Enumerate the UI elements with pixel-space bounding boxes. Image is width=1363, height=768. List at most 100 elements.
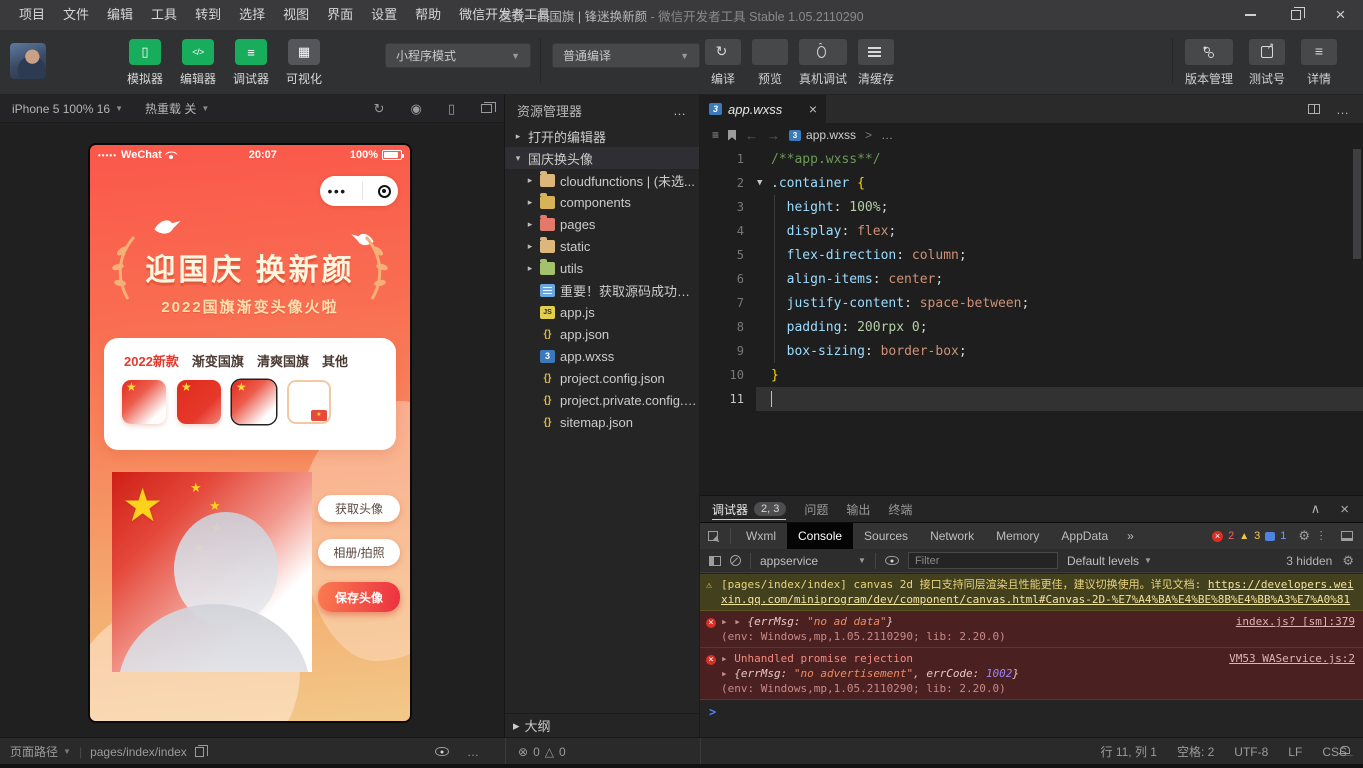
live-expression-icon[interactable] bbox=[885, 556, 899, 565]
statusbar-more-icon[interactable]: … bbox=[467, 745, 479, 759]
mode-button[interactable]: 模拟器 bbox=[122, 39, 168, 87]
close-button[interactable]: × bbox=[1318, 0, 1363, 30]
line-number[interactable]: 2 bbox=[700, 176, 744, 190]
menu-item[interactable]: 编辑 bbox=[98, 0, 142, 30]
code-line[interactable]: 1/**app.wxss**/ bbox=[700, 147, 1363, 171]
file-tree-item[interactable]: {} project.config.json bbox=[505, 367, 699, 389]
statusbar-item[interactable]: 行 11, 列 1 bbox=[1100, 743, 1156, 760]
log-levels-select[interactable]: Default levels▼ bbox=[1067, 554, 1152, 568]
menu-item[interactable]: 工具 bbox=[142, 0, 186, 30]
file-tree-item[interactable]: {} app.json bbox=[505, 323, 699, 345]
notifications-bell-icon[interactable] bbox=[1339, 746, 1349, 756]
console-sidebar-icon[interactable] bbox=[709, 556, 721, 566]
close-tab-icon[interactable]: × bbox=[809, 101, 817, 117]
avatar-preview[interactable]: ★ ★ ★ ★ ★ bbox=[112, 472, 312, 672]
code-line[interactable]: 10} bbox=[700, 363, 1363, 387]
devtools-tab[interactable]: Wxml bbox=[735, 523, 787, 549]
file-tree-item[interactable]: {} project.private.config.js... bbox=[505, 389, 699, 411]
line-number[interactable]: 1 bbox=[700, 152, 744, 166]
devtools-settings-icon[interactable]: ⚙ bbox=[1298, 528, 1310, 544]
console-prompt[interactable]: > bbox=[700, 700, 1363, 724]
menu-item[interactable]: 界面 bbox=[318, 0, 362, 30]
clear-console-icon[interactable] bbox=[730, 555, 741, 566]
page-path-value[interactable]: pages/index/index bbox=[90, 745, 187, 759]
execution-context-select[interactable]: appservice▼ bbox=[760, 554, 866, 568]
devtools-kebab-icon[interactable]: … bbox=[1318, 530, 1332, 543]
split-editor-icon[interactable] bbox=[1308, 104, 1320, 114]
mode-button[interactable]: 编辑器 bbox=[175, 39, 221, 87]
devtools-tab[interactable]: Sources bbox=[853, 523, 919, 549]
console-settings-icon[interactable]: ⚙ bbox=[1342, 553, 1354, 569]
mode-button[interactable]: 调试器 bbox=[228, 39, 274, 87]
miniprogram-capsule[interactable]: ••• bbox=[320, 176, 398, 206]
console-message[interactable]: ▸ ▸ {errMsg: "no ad data"}index.js? [sm]… bbox=[700, 611, 1363, 648]
toolbar-action-button[interactable]: 清缓存 bbox=[858, 39, 894, 87]
line-number[interactable]: 11 bbox=[700, 392, 744, 406]
avatar[interactable] bbox=[10, 43, 46, 79]
menu-item[interactable]: 文件 bbox=[54, 0, 98, 30]
statusbar-item[interactable]: UTF-8 bbox=[1234, 745, 1268, 759]
toolbar-action-button[interactable]: 详情 bbox=[1301, 39, 1337, 87]
line-number[interactable]: 4 bbox=[700, 224, 744, 238]
console-source-link[interactable]: VM53 WAService.js:2 bbox=[1229, 651, 1355, 666]
inspect-element-icon[interactable] bbox=[700, 531, 726, 541]
line-number[interactable]: 6 bbox=[700, 272, 744, 286]
line-number[interactable]: 5 bbox=[700, 248, 744, 262]
code-line[interactable]: 2▼.container { bbox=[700, 171, 1363, 195]
code-line[interactable]: 5 flex-direction: column; bbox=[700, 243, 1363, 267]
file-tree-item[interactable]: JS app.js bbox=[505, 301, 699, 323]
mode-select[interactable]: 小程序模式▼ bbox=[385, 43, 531, 68]
devtools-tab[interactable]: Memory bbox=[985, 523, 1050, 549]
file-tree-item[interactable]: ▸ static bbox=[505, 235, 699, 257]
breadcrumb-more[interactable]: … bbox=[881, 128, 893, 142]
copy-path-icon[interactable] bbox=[195, 747, 204, 757]
phone-button[interactable]: 相册/拍照 bbox=[318, 539, 400, 566]
capsule-close-icon[interactable] bbox=[378, 185, 391, 198]
debugger-tab[interactable]: 输出 bbox=[846, 496, 870, 522]
code-line[interactable]: 9 box-sizing: border-box; bbox=[700, 339, 1363, 363]
statusbar-item[interactable]: LF bbox=[1288, 745, 1302, 759]
style-tab[interactable]: 2022新款 bbox=[124, 351, 179, 370]
flag-thumbnail[interactable] bbox=[232, 380, 276, 424]
forward-icon[interactable]: → bbox=[767, 128, 780, 143]
statusbar-item[interactable]: 空格: 2 bbox=[1177, 743, 1214, 760]
flag-thumbnail[interactable] bbox=[287, 380, 331, 424]
error-count-icon[interactable]: × bbox=[1212, 531, 1223, 542]
code-line[interactable]: 6 align-items: center; bbox=[700, 267, 1363, 291]
line-number[interactable]: 3 bbox=[700, 200, 744, 214]
file-tree-item[interactable]: 3 app.wxss bbox=[505, 345, 699, 367]
code-line[interactable]: 4 display: flex; bbox=[700, 219, 1363, 243]
phone-button[interactable]: 保存头像 bbox=[318, 582, 400, 612]
editor-more-icon[interactable]: … bbox=[1336, 102, 1349, 117]
line-number[interactable]: 7 bbox=[700, 296, 744, 310]
debugger-tab[interactable]: 调试器 2, 3 bbox=[712, 496, 786, 522]
style-tab[interactable]: 渐变国旗 bbox=[192, 351, 244, 370]
device-frame-icon[interactable]: ▯ bbox=[448, 101, 455, 117]
console-output[interactable]: [pages/index/index] canvas 2d 接口支持同层渲染且性… bbox=[700, 574, 1363, 737]
warnings-icon[interactable]: △ bbox=[545, 745, 554, 759]
capsule-menu-icon[interactable]: ••• bbox=[327, 187, 346, 195]
file-tree-item[interactable]: ▸ utils bbox=[505, 257, 699, 279]
console-message[interactable]: ▸ Unhandled promise rejectionVM53 WAServ… bbox=[700, 648, 1363, 700]
open-editors-section[interactable]: ▸ 打开的编辑器 bbox=[505, 125, 699, 147]
rotate-icon[interactable]: ↻ bbox=[374, 101, 385, 117]
file-tree-item[interactable]: ▸ cloudfunctions | (未选... bbox=[505, 169, 699, 191]
console-filter-input[interactable] bbox=[908, 552, 1058, 569]
restore-button[interactable] bbox=[1273, 0, 1318, 30]
toolbar-action-button[interactable]: 编译 bbox=[705, 39, 741, 87]
line-number[interactable]: 9 bbox=[700, 344, 744, 358]
style-tab[interactable]: 其他 bbox=[322, 351, 348, 370]
outline-section[interactable]: ▸ 大纲 bbox=[505, 713, 699, 737]
code-line[interactable]: 11 bbox=[700, 387, 1363, 411]
close-panel-icon[interactable]: × bbox=[1340, 501, 1349, 518]
breadcrumb-file[interactable]: app.wxss bbox=[806, 128, 856, 142]
simulator-device[interactable]: ••••• WeChat 20:07 100% ••• 迎国庆 换新颜 2022… bbox=[90, 145, 410, 721]
menu-item[interactable]: 设置 bbox=[362, 0, 406, 30]
menu-item[interactable]: 项目 bbox=[10, 0, 54, 30]
info-count-icon[interactable] bbox=[1265, 532, 1275, 541]
toolbar-action-button[interactable]: 版本管理 bbox=[1185, 39, 1233, 87]
flag-thumbnail[interactable] bbox=[177, 380, 221, 424]
project-root-item[interactable]: ▾ 国庆换头像 bbox=[505, 147, 699, 169]
bookmark-icon[interactable] bbox=[728, 130, 736, 141]
more-tabs-icon[interactable]: » bbox=[1119, 529, 1142, 543]
